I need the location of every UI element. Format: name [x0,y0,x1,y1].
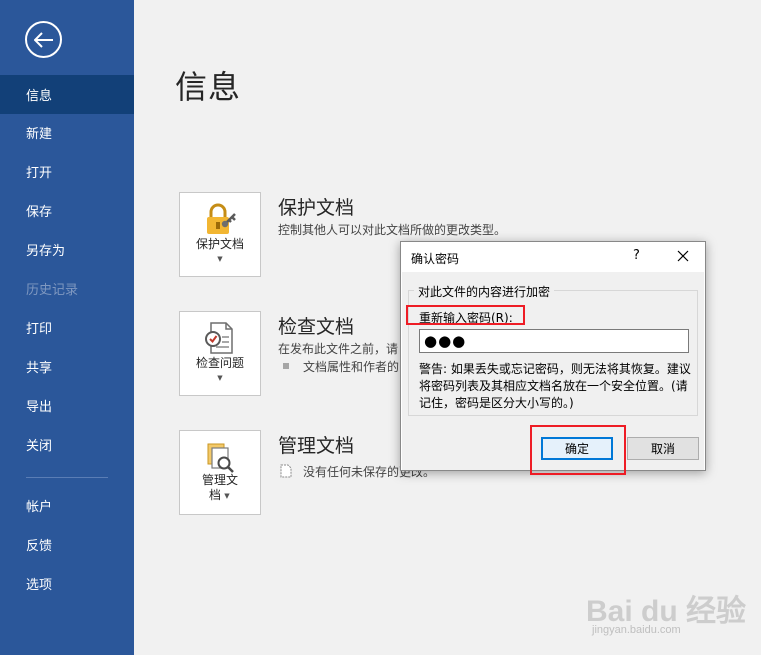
highlight-ok-button [530,425,626,475]
page-title: 信息 [175,68,242,106]
cancel-button[interactable]: 取消 [627,437,699,460]
nav-print[interactable]: 打印 [0,308,134,347]
bullet-icon [283,363,289,369]
inspect-document-title: 检查文档 [278,316,355,338]
chevron-down-icon: ▼ [217,255,223,263]
chevron-down-icon: ▼ [224,492,230,500]
inspect-document-bullet: 文档属性和作者的 [303,360,400,374]
nav-save-as[interactable]: 另存为 [0,230,134,269]
nav-divider [26,477,108,478]
nav-history: 历史记录 [26,283,79,298]
document-checklist-icon [205,322,233,354]
protect-document-desc: 控制其他人可以对此文档所做的更改类型。 [278,223,507,237]
lock-key-icon [207,203,236,234]
arrow-left-icon [33,31,53,48]
baidu-jingyan-watermark: Bai du 经验 jingyan.baidu.com [586,572,756,652]
check-for-issues-button[interactable]: 检查问题 ▼ [179,311,261,396]
nav-export[interactable]: 导出 [0,386,134,425]
watermark-url: jingyan.baidu.com [592,624,681,636]
manage-document-tile-label-line1: 管理文 [201,473,238,487]
chevron-down-icon: ▼ [217,374,223,382]
nav-close[interactable]: 关闭 [0,425,134,464]
password-warning: 警告: 如果丢失或忘记密码，则无法将其恢复。建议将密码列表及其相应文档名放在一个… [419,362,691,410]
help-button[interactable]: ? [633,248,640,263]
backstage-sidebar: 信息 新建 打开 保存 另存为 历史记录 打印 共享 导出 关闭 帐户 反馈 选… [0,0,134,655]
nav-save[interactable]: 保存 [0,191,134,230]
highlight-reenter-label [406,305,525,325]
dialog-title: 确认密码 [411,252,460,266]
back-button[interactable] [25,21,62,58]
nav-account[interactable]: 帐户 [0,486,134,525]
manage-document-button[interactable]: 管理文 档 ▼ [179,430,261,515]
protect-document-title: 保护文档 [278,197,355,219]
manage-document-title: 管理文档 [278,435,355,457]
nav-share[interactable]: 共享 [0,347,134,386]
encrypt-group-label: 对此文件的内容进行加密 [414,283,555,300]
reenter-password-input[interactable]: ●●● [419,329,689,353]
nav-feedback[interactable]: 反馈 [0,525,134,564]
close-icon[interactable] [673,246,693,266]
nav-info[interactable]: 信息 [0,75,134,114]
nav-open[interactable]: 打开 [0,152,134,191]
nav-new[interactable]: 新建 [0,113,134,152]
document-search-icon [207,443,234,473]
document-icon [280,464,292,478]
protect-document-button[interactable]: 保护文档 ▼ [179,192,261,277]
inspect-document-desc: 在发布此文件之前，请 [278,342,399,356]
check-for-issues-tile-label: 检查问题 [195,356,244,370]
protect-document-tile-label: 保护文档 [195,237,244,251]
nav-options[interactable]: 选项 [0,564,134,603]
